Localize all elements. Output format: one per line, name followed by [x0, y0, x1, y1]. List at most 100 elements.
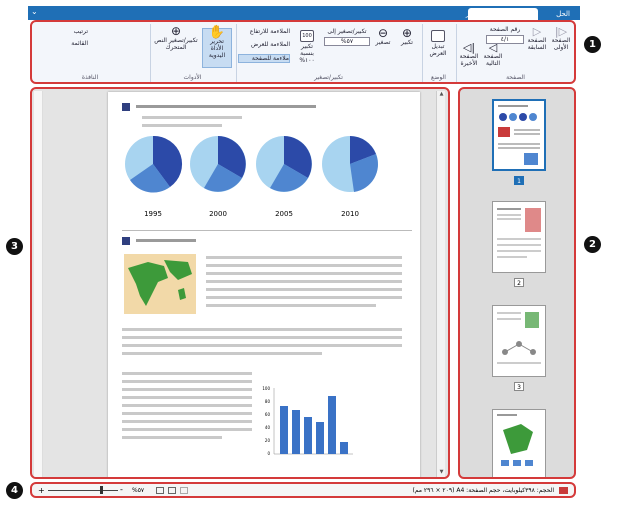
text-line [122, 388, 252, 391]
scroll-up-icon[interactable]: ▲ [437, 91, 446, 99]
heading-line [136, 105, 316, 108]
arrange-button[interactable]: ترتيب [48, 28, 88, 35]
prev-page-button[interactable]: ▷ الصفحة السابقة [526, 26, 548, 51]
thumbnail-page-4[interactable] [492, 409, 546, 477]
pie-year-label: 1995 [144, 210, 162, 218]
heading-marker [122, 103, 130, 111]
page-group: ▷| الصفحة الأولى ▷ الصفحة السابقة رقم الصف… [456, 24, 574, 82]
page-number-badge[interactable]: 2 [514, 278, 524, 287]
continuous-view-icon[interactable] [180, 487, 188, 494]
hand-tool-button[interactable]: ✋ تحرير الأداة اليدوية [202, 26, 232, 68]
divider [122, 230, 412, 231]
zoom-to-input[interactable]: ٥٧% [324, 37, 370, 46]
zoom-out-icon: ⊖ [377, 26, 389, 40]
zoom-group-title: تكبير/تصغير [314, 74, 343, 81]
text-line [206, 296, 402, 299]
tab-edit[interactable]: تحرير [460, 8, 488, 20]
tab-help[interactable]: الحل [550, 8, 576, 20]
bar [292, 410, 300, 454]
layout-icon [431, 30, 445, 42]
zoom-in-small-icon[interactable]: + [38, 486, 45, 495]
zoom-in-label: تكبير [401, 39, 413, 46]
page-number-badge[interactable]: 1 [514, 176, 524, 185]
heading-line [136, 239, 196, 242]
text-line [122, 380, 252, 383]
callout-badge: 1 [584, 36, 601, 53]
bar [340, 442, 348, 454]
first-page-button[interactable]: ▷| الصفحة الأولى [550, 26, 572, 51]
bar [328, 396, 336, 454]
zoom-in-icon: ⊕ [401, 26, 413, 40]
pie-chart-2000 [190, 136, 246, 192]
pie-year-label: 2010 [341, 210, 359, 218]
text-line [122, 336, 402, 339]
zoom-out-button[interactable]: ⊖ تصغير [372, 27, 394, 46]
text-line [206, 256, 402, 259]
bar-axis-label: 0 [267, 451, 270, 456]
list-button[interactable]: القائمة [48, 40, 88, 47]
thumbnail-panel[interactable]: 1 2 3 [458, 87, 576, 479]
zoom-slider-thumb[interactable] [100, 486, 103, 494]
next-page-label: الصفحة التالية [483, 53, 503, 67]
text-line [122, 352, 322, 355]
zoom-to-label: تكبير/تصغير إلى [327, 28, 367, 35]
pie-chart-2010 [322, 136, 378, 192]
zoom-group: ⊕ تكبير ⊖ تصغير تكبير/تصغير إلى ٥٧% 100 تكبي… [236, 24, 420, 82]
next-page-button[interactable]: ◁ الصفحة التالية [482, 42, 504, 67]
bar-axis-label: 80 [265, 399, 271, 404]
fit-width-button[interactable]: الملاءمة للعرض [238, 41, 290, 48]
free-zoom-button[interactable]: ⊕ تكبير/تصغير النص المتحرك [154, 25, 198, 51]
vertical-scrollbar[interactable]: ▲ ▼ [436, 91, 445, 477]
thumbnail-page-3[interactable] [492, 305, 546, 377]
text-line [206, 288, 402, 291]
zoom-in-button[interactable]: ⊕ تكبير [396, 27, 418, 46]
fit-page-button[interactable]: ملاءمة للصفحة [238, 54, 290, 63]
tools-group-title: الأدوات [183, 74, 202, 81]
last-page-button[interactable]: |◁ الصفحة الأخيرة [458, 42, 480, 67]
text-line [142, 124, 222, 127]
bar [280, 406, 288, 454]
zoom-100-button[interactable]: 100 تكبير بنسبة ١٠٠% [294, 30, 320, 64]
thumbnail-page-2[interactable] [492, 201, 546, 273]
zoom-out-small-icon[interactable]: - [120, 485, 123, 494]
zoom-slider[interactable] [48, 490, 118, 491]
bar [304, 417, 312, 454]
pie-chart-1995 [125, 135, 183, 193]
pie-chart-2005 [256, 136, 312, 192]
text-line [122, 420, 252, 423]
window-group: ترتيب القائمة النافذة [32, 24, 148, 82]
pdf-icon [559, 487, 568, 494]
callout-badge: 2 [584, 236, 601, 253]
ruler-strip [34, 91, 43, 477]
scroll-down-icon[interactable]: ▼ [437, 469, 446, 477]
change-view-button[interactable]: تبديل العرض [424, 30, 452, 57]
window-group-title: النافذة [81, 74, 99, 81]
view-group: تبديل العرض الوضع [422, 24, 454, 82]
bar-axis-label: 60 [265, 412, 271, 417]
zoom-100-icon: 100 [300, 30, 314, 42]
bar [316, 422, 324, 454]
document-view[interactable]: 1995 2000 2005 2010 100 80 60 40 20 0 ▲ … [30, 87, 450, 479]
text-line [206, 272, 402, 275]
text-line [206, 264, 402, 267]
world-map-image [124, 254, 196, 314]
status-bar: الحجم: ٣٩٨كيلوبايت، حجم الصفحة: A4 (٢٠٩ … [30, 482, 576, 498]
zoom-out-label: تصغير [375, 39, 391, 46]
page-number-label: رقم الصفحة [489, 26, 521, 33]
text-line [122, 328, 402, 331]
pie-year-label: 2000 [209, 210, 227, 218]
bar-axis-label: 20 [265, 438, 271, 443]
text-line [122, 396, 252, 399]
chevron-down-icon[interactable]: ⌄ [31, 7, 38, 16]
text-line [122, 428, 252, 431]
single-page-view-icon[interactable] [156, 487, 164, 494]
last-page-label: الصفحة الأخيرة [459, 53, 479, 67]
thumbnail-page-1[interactable] [492, 99, 546, 171]
tools-group: ✋ تحرير الأداة اليدوية ⊕ تكبير/تصغير النص … [150, 24, 234, 82]
fit-height-button[interactable]: الملاءمة للارتفاع [238, 28, 290, 35]
pie-charts: 1995 2000 2005 2010 [125, 135, 378, 218]
page-number-badge[interactable]: 3 [514, 382, 524, 391]
two-page-view-icon[interactable] [168, 487, 176, 494]
status-info: الحجم: ٣٩٨كيلوبايت، حجم الصفحة: A4 (٢٠٩ … [412, 487, 554, 494]
zoom-to-field[interactable]: تكبير/تصغير إلى ٥٧% [324, 28, 370, 46]
